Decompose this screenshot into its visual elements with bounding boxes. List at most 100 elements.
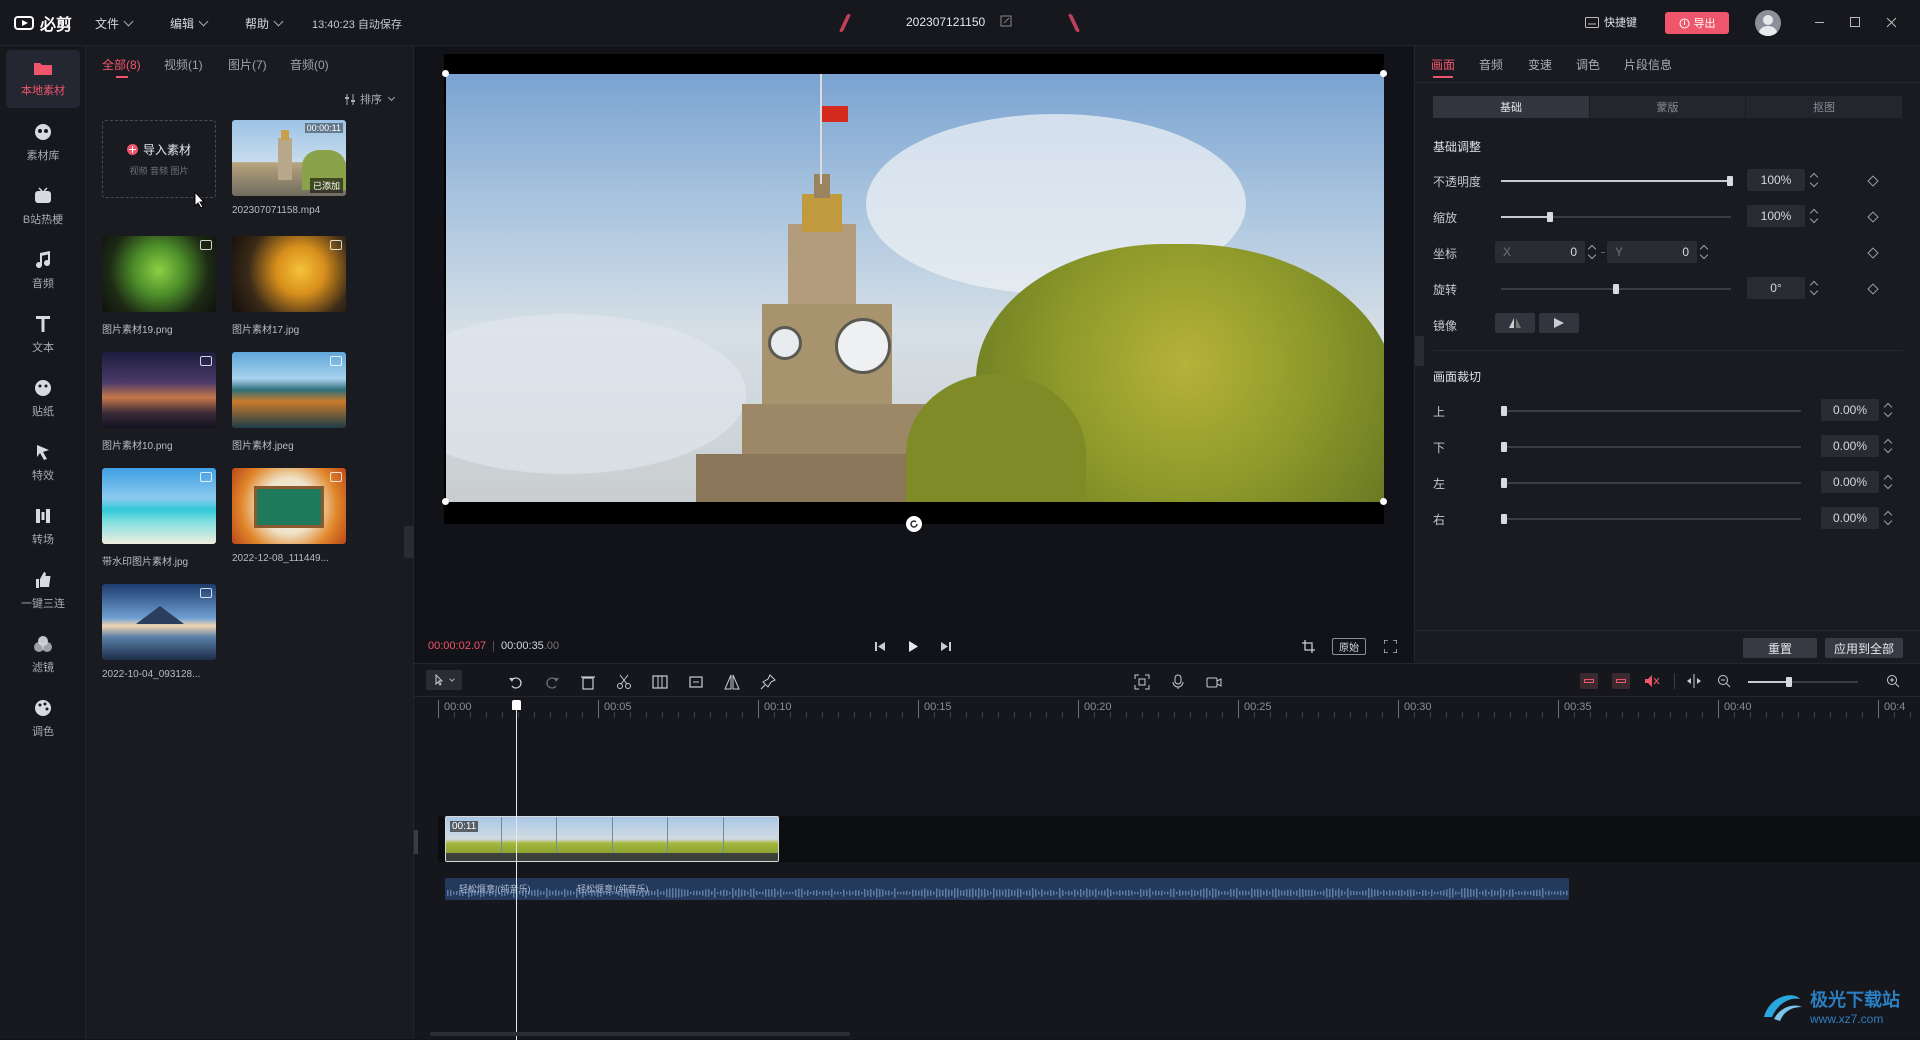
zoom-out-icon[interactable] bbox=[1717, 674, 1731, 688]
audio-clip[interactable]: 轻松惬意!(纯音乐) 轻松惬意!(纯音乐) bbox=[445, 878, 1569, 900]
camera-icon[interactable] bbox=[1206, 674, 1222, 690]
resize-handle[interactable] bbox=[442, 70, 449, 77]
fit-timeline-icon[interactable] bbox=[1686, 674, 1702, 688]
rotation-slider[interactable] bbox=[1501, 284, 1731, 294]
rail-item-material-library[interactable]: 素材库 bbox=[6, 114, 80, 172]
minimize-button[interactable] bbox=[1815, 22, 1824, 23]
ratio-button[interactable]: 原始 bbox=[1332, 638, 1366, 655]
crop-top-input[interactable]: 0.00% bbox=[1821, 399, 1879, 421]
opacity-slider-knob[interactable] bbox=[1727, 176, 1733, 186]
split-icon[interactable] bbox=[616, 674, 632, 690]
tab-all[interactable]: 全部(8) bbox=[102, 56, 141, 73]
crop-right-slider[interactable] bbox=[1501, 514, 1801, 524]
position-x-input[interactable]: X0 bbox=[1495, 241, 1585, 263]
close-icon[interactable] bbox=[1886, 17, 1897, 28]
mirror-icon[interactable] bbox=[724, 674, 740, 690]
media-item[interactable] bbox=[232, 352, 346, 428]
sort-button[interactable]: 排序 bbox=[344, 91, 396, 107]
subtab-cutout[interactable]: 抠图 bbox=[1746, 96, 1902, 118]
scale-stepper[interactable] bbox=[1809, 205, 1819, 227]
panel-collapse-handle[interactable] bbox=[404, 526, 414, 558]
replace-icon[interactable] bbox=[688, 674, 704, 690]
video-clip[interactable]: 00:11 bbox=[445, 816, 779, 862]
keyframe-icon[interactable] bbox=[1867, 283, 1879, 295]
trim-icon[interactable] bbox=[652, 674, 668, 690]
position-x-stepper[interactable] bbox=[1587, 241, 1597, 263]
crop-icon[interactable] bbox=[1302, 640, 1315, 653]
keyframe-icon[interactable] bbox=[1867, 211, 1879, 223]
next-frame-icon[interactable] bbox=[940, 641, 951, 652]
crop-right-knob[interactable] bbox=[1501, 514, 1507, 524]
microphone-icon[interactable] bbox=[1170, 674, 1186, 690]
maximize-button[interactable] bbox=[1850, 17, 1860, 27]
rotate-handle[interactable] bbox=[906, 516, 922, 532]
opacity-stepper[interactable] bbox=[1809, 169, 1819, 191]
tab-color[interactable]: 调色 bbox=[1576, 56, 1600, 73]
crop-top-knob[interactable] bbox=[1501, 406, 1507, 416]
opacity-slider[interactable] bbox=[1501, 176, 1733, 186]
crop-left-slider[interactable] bbox=[1501, 478, 1801, 488]
crop-bottom-stepper[interactable] bbox=[1883, 435, 1893, 457]
tab-speed[interactable]: 变速 bbox=[1528, 56, 1552, 73]
snap-toggle[interactable] bbox=[1580, 673, 1598, 689]
fullscreen-icon[interactable] bbox=[1384, 640, 1397, 653]
rename-icon[interactable] bbox=[1000, 15, 1012, 27]
opacity-input[interactable]: 100% bbox=[1747, 169, 1805, 191]
crop-bottom-slider[interactable] bbox=[1501, 442, 1801, 452]
previous-frame-icon[interactable] bbox=[875, 641, 886, 652]
pin-icon[interactable] bbox=[760, 674, 776, 690]
media-item[interactable]: 00:00:11 已添加 bbox=[232, 120, 346, 196]
mute-icon[interactable] bbox=[1644, 674, 1660, 688]
rail-item-sticker[interactable]: 贴纸 bbox=[6, 370, 80, 428]
link-toggle[interactable] bbox=[1612, 673, 1630, 689]
rail-item-audio[interactable]: 音频 bbox=[6, 242, 80, 300]
rail-item-effects[interactable]: 特效 bbox=[6, 434, 80, 492]
select-tool[interactable] bbox=[426, 670, 462, 690]
tab-clip-info[interactable]: 片段信息 bbox=[1624, 56, 1672, 73]
media-item[interactable] bbox=[232, 468, 346, 544]
undo-icon[interactable] bbox=[508, 674, 524, 690]
rotation-stepper[interactable] bbox=[1809, 277, 1819, 299]
redo-icon[interactable] bbox=[544, 674, 560, 690]
position-y-input[interactable]: Y0 bbox=[1607, 241, 1697, 263]
rail-item-color-grade[interactable]: 调色 bbox=[6, 690, 80, 748]
tab-image[interactable]: 图片(7) bbox=[228, 56, 267, 73]
shortcut-button[interactable]: 快捷键 bbox=[1585, 14, 1637, 30]
track-handle[interactable] bbox=[414, 830, 418, 854]
rail-item-filter[interactable]: 滤镜 bbox=[6, 626, 80, 684]
position-y-stepper[interactable] bbox=[1699, 241, 1709, 263]
resize-handle[interactable] bbox=[1380, 498, 1387, 505]
export-button[interactable]: 导出 bbox=[1665, 12, 1729, 34]
media-item[interactable] bbox=[102, 468, 216, 544]
resize-handle[interactable] bbox=[442, 498, 449, 505]
flip-vertical-button[interactable] bbox=[1539, 313, 1579, 333]
rail-item-text[interactable]: 文本 bbox=[6, 306, 80, 364]
screen-record-icon[interactable] bbox=[1134, 674, 1150, 690]
resize-handle[interactable] bbox=[1380, 70, 1387, 77]
flip-horizontal-button[interactable] bbox=[1495, 313, 1535, 333]
crop-bottom-knob[interactable] bbox=[1501, 442, 1507, 452]
crop-bottom-input[interactable]: 0.00% bbox=[1821, 435, 1879, 457]
timeline-scrollbar[interactable] bbox=[430, 1032, 850, 1036]
media-item[interactable] bbox=[102, 584, 216, 660]
avatar[interactable] bbox=[1755, 10, 1781, 36]
menu-help[interactable]: 帮助 bbox=[245, 15, 284, 32]
inspector-collapse-handle[interactable] bbox=[1415, 336, 1424, 366]
tab-video[interactable]: 视频(1) bbox=[164, 56, 203, 73]
delete-icon[interactable] bbox=[580, 674, 596, 690]
media-item[interactable] bbox=[102, 352, 216, 428]
subtab-mask[interactable]: 蒙版 bbox=[1590, 96, 1745, 118]
import-media-button[interactable]: 导入素材 视频 音频 图片 bbox=[102, 120, 216, 198]
zoom-in-icon[interactable] bbox=[1886, 674, 1900, 688]
play-icon[interactable] bbox=[908, 641, 919, 652]
preview-frame[interactable] bbox=[446, 74, 1384, 502]
scale-slider[interactable] bbox=[1501, 212, 1731, 222]
zoom-slider[interactable] bbox=[1748, 677, 1858, 687]
rail-item-bilibili-memes[interactable]: B站热梗 bbox=[6, 178, 80, 236]
media-item[interactable] bbox=[232, 236, 346, 312]
time-ruler[interactable] bbox=[438, 698, 1920, 718]
crop-left-knob[interactable] bbox=[1501, 478, 1507, 488]
crop-right-input[interactable]: 0.00% bbox=[1821, 507, 1879, 529]
keyframe-icon[interactable] bbox=[1867, 247, 1879, 259]
playhead[interactable] bbox=[516, 704, 517, 1040]
